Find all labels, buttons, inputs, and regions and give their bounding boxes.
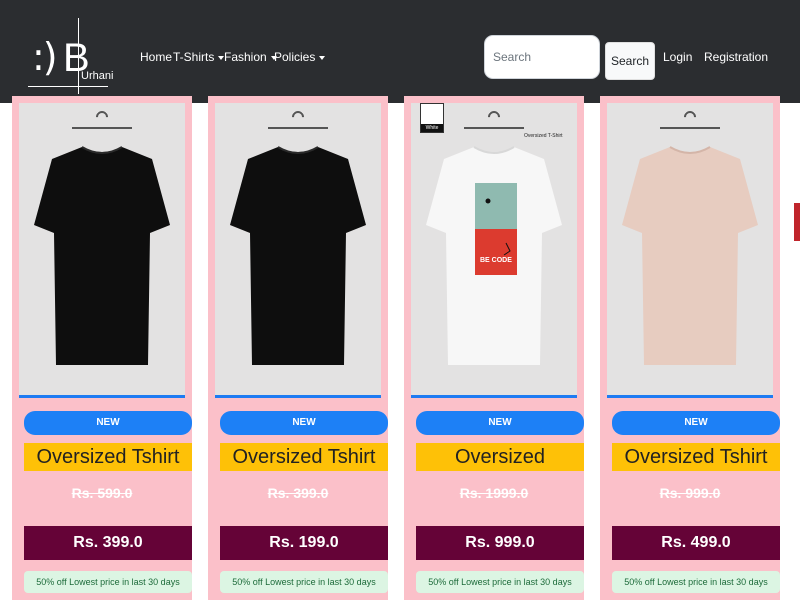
product-image[interactable]: White Oversized T-Shirt BE CODE — [411, 103, 577, 398]
product-image[interactable] — [19, 103, 185, 398]
new-badge: NEW — [416, 411, 584, 435]
print-text: BE CODE — [480, 257, 512, 264]
sale-price: Rs. 399.0 — [24, 526, 192, 560]
product-image[interactable] — [607, 103, 773, 398]
search-input[interactable] — [484, 35, 600, 79]
original-price: Rs. 399.0 — [267, 485, 329, 501]
caret-down-icon — [319, 55, 326, 60]
product-title[interactable]: Oversized Tshirt — [612, 443, 780, 471]
offer-note: 50% off Lowest price in last 30 days — [416, 571, 584, 593]
product-card[interactable]: NEW Oversized Tshirt Rs. 599.0 Rs. 399.0… — [12, 96, 192, 600]
color-swatch: White — [420, 103, 444, 133]
original-price: Rs. 599.0 — [71, 485, 133, 501]
product-card[interactable]: NEW Oversized Tshirt Rs. 999.0 Rs. 499.0… — [600, 96, 780, 600]
nav-fashion-label: Fashion — [224, 50, 267, 64]
nav-home-link[interactable]: Home — [140, 50, 172, 64]
brand-logo[interactable]: :) B Urhani — [28, 18, 114, 98]
sale-price: Rs. 999.0 — [416, 526, 584, 560]
nav-fashion-dropdown[interactable]: Fashion — [224, 50, 277, 64]
scrollbar-thumb[interactable] — [794, 203, 800, 241]
tshirt-image — [622, 146, 758, 365]
original-price: Rs. 999.0 — [659, 485, 721, 501]
logo-horizontal-line — [28, 86, 108, 87]
sale-price: Rs. 199.0 — [220, 526, 388, 560]
product-title[interactable]: Oversized Tshirt — [24, 443, 192, 471]
new-badge: NEW — [220, 411, 388, 435]
offer-note: 50% off Lowest price in last 30 days — [220, 571, 388, 593]
product-card[interactable]: White Oversized T-Shirt BE CODE NEW Over… — [404, 96, 584, 600]
sale-price: Rs. 499.0 — [612, 526, 780, 560]
original-price: Rs. 1999.0 — [459, 485, 529, 501]
tshirt-image — [34, 146, 170, 365]
product-image[interactable] — [215, 103, 381, 398]
offer-note: 50% off Lowest price in last 30 days — [24, 571, 192, 593]
tshirt-image — [230, 146, 366, 365]
registration-link[interactable]: Registration — [704, 50, 768, 64]
nav-tshirts-dropdown[interactable]: T-Shirts — [173, 50, 225, 64]
search-button[interactable]: Search — [605, 42, 655, 80]
product-title[interactable]: Oversized Tshirt — [220, 443, 388, 471]
navbar: :) B Urhani Home T-Shirts Fashion Polici… — [0, 0, 800, 103]
nav-policies-dropdown[interactable]: Policies — [274, 50, 326, 64]
tshirt-image — [426, 146, 562, 365]
logo-smiley: :) — [32, 35, 58, 79]
nav-policies-label: Policies — [274, 50, 316, 64]
nav-tshirts-label: T-Shirts — [173, 50, 215, 64]
offer-note: 50% off Lowest price in last 30 days — [612, 571, 780, 593]
product-title[interactable]: Oversized — [416, 443, 584, 471]
logo-subtext: Urhani — [81, 70, 114, 82]
new-badge: NEW — [612, 411, 780, 435]
login-link[interactable]: Login — [663, 50, 692, 64]
new-badge: NEW — [24, 411, 192, 435]
color-swatch-label: White — [421, 124, 443, 132]
product-card[interactable]: NEW Oversized Tshirt Rs. 399.0 Rs. 199.0… — [208, 96, 388, 600]
